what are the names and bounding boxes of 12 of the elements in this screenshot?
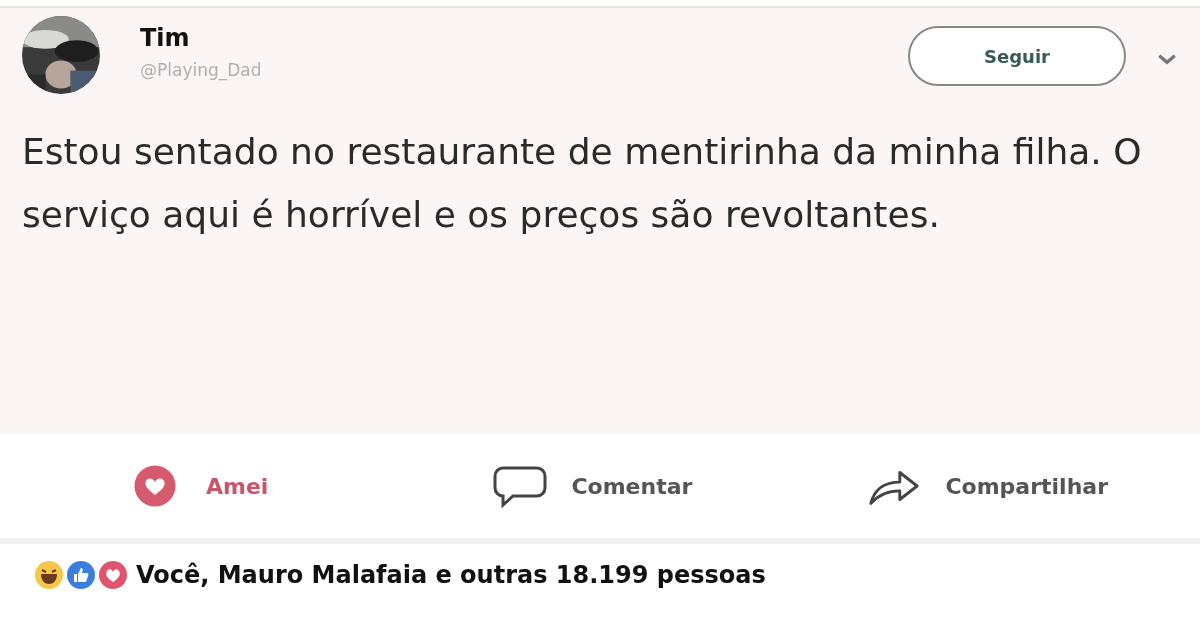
reactions-summary[interactable]: Você, Mauro Malafaia e outras 18.199 pessoas: [136, 561, 766, 589]
follow-button[interactable]: Seguir: [908, 26, 1126, 86]
action-button[interactable]: Comentar: [493, 464, 693, 508]
laughing-emoji-icon: [34, 560, 64, 590]
action-button[interactable]: Compartilhar: [867, 464, 1108, 508]
author-handle: @Playing_Dad: [140, 60, 262, 80]
chevron-icon[interactable]: [1156, 52, 1178, 66]
author-name: Tim: [140, 24, 191, 52]
thumbs-up-icon: [66, 560, 96, 590]
action-button[interactable]: Amei: [128, 464, 269, 508]
speech-bubble-icon: [493, 464, 548, 508]
tweet-text: Estou sentado no restaurante de mentirinha da minha filha. O serviço aqui é horrível e os preços são revoltantes.: [22, 130, 1143, 237]
